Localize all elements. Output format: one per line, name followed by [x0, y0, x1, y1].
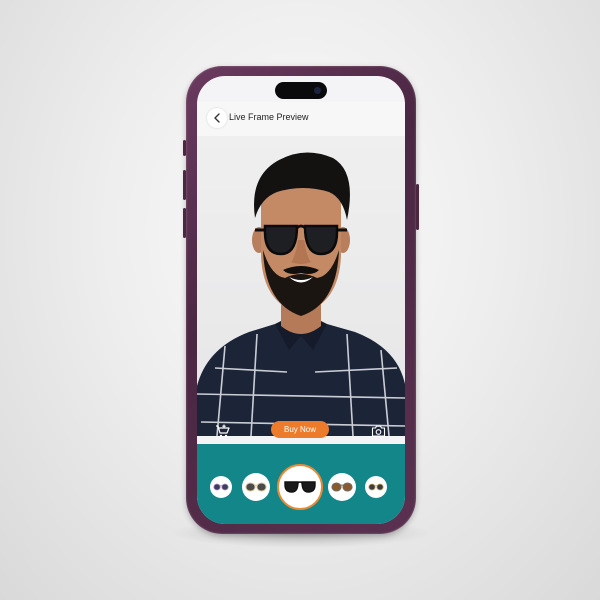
- volume-down-button: [183, 208, 186, 238]
- sunglasses-icon: [213, 483, 229, 491]
- sunglasses-icon: [245, 482, 267, 492]
- phone-mockup: Live Frame Preview Buy Now: [183, 66, 419, 534]
- sunglasses-icon: [331, 482, 353, 492]
- camera-preview: [197, 136, 405, 436]
- buy-now-button[interactable]: Buy Now: [271, 421, 329, 438]
- frame-option-selected[interactable]: [277, 464, 323, 510]
- sunglasses-icon: [368, 483, 384, 491]
- volume-up-button: [183, 170, 186, 200]
- app-header: Live Frame Preview: [197, 102, 405, 136]
- back-button[interactable]: [207, 108, 227, 128]
- power-button: [416, 184, 419, 230]
- add-to-cart-icon: [216, 424, 230, 438]
- camera-controls: Buy Now: [197, 416, 405, 444]
- chevron-left-icon: [214, 113, 220, 123]
- frame-option[interactable]: [210, 476, 232, 498]
- frame-option[interactable]: [365, 476, 387, 498]
- page-title: Live Frame Preview: [229, 112, 309, 122]
- frame-selector-tray: [197, 444, 405, 524]
- camera-capture-button[interactable]: [371, 424, 386, 442]
- frame-option[interactable]: [328, 473, 356, 501]
- dynamic-island: [275, 82, 327, 99]
- subject-portrait: [197, 152, 405, 436]
- camera-icon: [371, 425, 386, 437]
- phone-screen: Live Frame Preview Buy Now: [197, 76, 405, 524]
- frame-option[interactable]: [242, 473, 270, 501]
- add-to-cart-button[interactable]: [215, 424, 231, 443]
- sunglasses-icon: [284, 481, 316, 493]
- action-button: [183, 140, 186, 156]
